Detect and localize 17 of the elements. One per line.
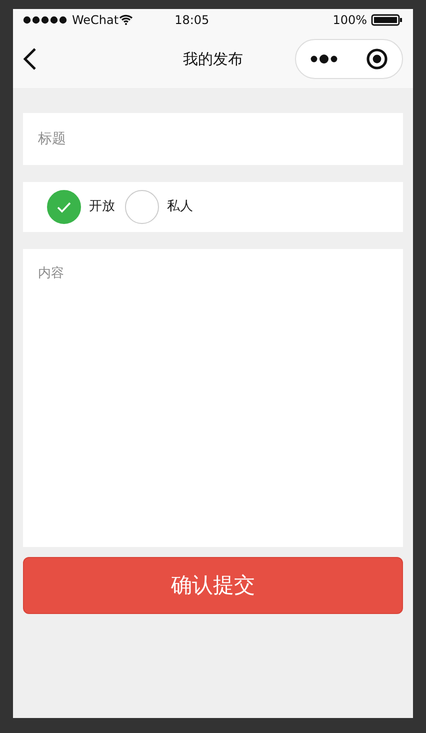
carrier-name: WeChat — [72, 12, 119, 28]
radio-label[interactable]: 私人 — [167, 197, 193, 217]
status-time: 18:05 — [174, 12, 210, 28]
more-icon[interactable] — [310, 54, 338, 64]
radio-button[interactable] — [47, 190, 81, 224]
page-title: 我的发布 — [183, 48, 243, 70]
battery-icon — [371, 14, 403, 26]
radio-label[interactable]: 开放 — [89, 197, 115, 217]
back-icon[interactable] — [23, 47, 37, 71]
signal-icon — [23, 16, 68, 24]
submit-button[interactable]: 确认提交 — [23, 557, 403, 614]
wifi-icon — [118, 14, 133, 25]
battery-percent: 100% — [332, 12, 367, 28]
close-icon[interactable] — [366, 48, 388, 70]
radio-button[interactable] — [125, 190, 159, 224]
check-icon — [57, 202, 71, 212]
capsule-menu[interactable] — [295, 39, 403, 79]
